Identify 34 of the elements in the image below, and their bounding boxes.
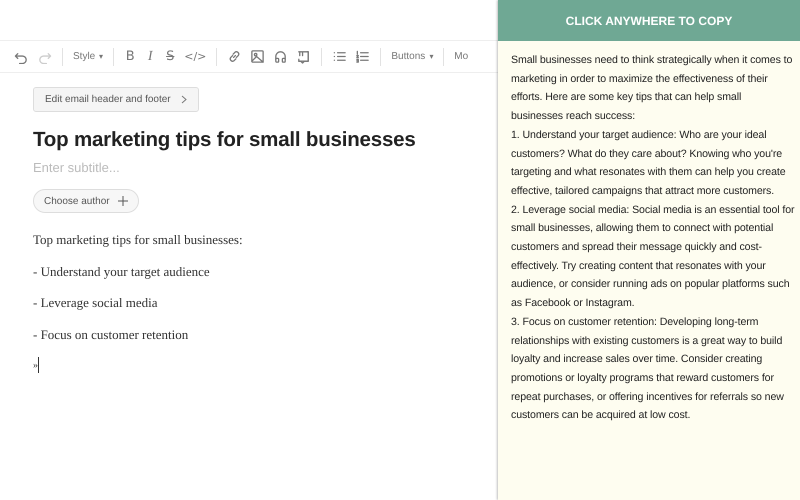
caret-icon: ▾ — [429, 52, 434, 61]
italic-button[interactable]: I — [141, 46, 160, 68]
more-button[interactable]: Mo — [451, 46, 472, 68]
dropdown-label: Buttons — [391, 51, 426, 62]
choose-author-button[interactable]: Choose author — [33, 189, 139, 213]
dropdown-label: Style — [73, 51, 96, 62]
quote-icon — [296, 49, 312, 64]
chevron-icon — [180, 95, 187, 104]
edit-header-footer-button[interactable]: Edit email header and footer — [33, 87, 199, 112]
body-paragraph: - Leverage social media — [33, 294, 159, 312]
bullet-list-icon — [332, 49, 348, 64]
image-icon — [250, 49, 266, 64]
plus-icon — [118, 196, 128, 206]
generated-paragraph: 2. Leverage social media: Social media is an essential tool for small businesses, allowing them to connect with potential customers and spread their message quickly and cost-effectively. Try creating content that resonates with your audience, or consider running ads on popular platforms such as Facebook or Instagram. — [511, 202, 796, 312]
caret-icon: ▾ — [99, 52, 104, 61]
post-title[interactable]: Top marketing tips for small businesses — [33, 128, 416, 152]
generated-paragraph: 3. Focus on customer retention: Developing long-term relationships with existing customers is a great way to build loyalty and increase sales over time. Consider creating promotions or loyalty programs that reward customers for repeat purchases, or offering incentives for referrals so new customers can be acquired at low cost. — [511, 314, 785, 424]
generated-paragraph: Small businesses need to think strategically when it comes to marketing in order to maximize the effectiveness of their efforts. Here are some key tips that can help small businesses reach success: — [511, 53, 794, 124]
strikethrough-button[interactable]: S — [161, 46, 180, 68]
copy-banner[interactable]: CLICK ANYWHERE TO COPY — [498, 0, 800, 41]
link-icon — [227, 49, 242, 64]
body-paragraph: Top marketing tips for small businesses: — [33, 231, 243, 249]
headphones-icon — [273, 49, 288, 64]
dropdown-button[interactable]: Buttons ▾ — [388, 46, 436, 68]
text-cursor — [38, 357, 39, 373]
bold-button[interactable]: B — [121, 46, 140, 68]
code-button[interactable]: </> — [181, 46, 210, 68]
dropdown-button[interactable]: Style ▾ — [70, 46, 106, 68]
body-paragraph: » — [33, 360, 38, 370]
copy-text-panel[interactable] — [498, 41, 800, 500]
body-paragraph: - Understand your target audience — [33, 262, 211, 280]
numbered-list-icon — [355, 49, 370, 64]
body-paragraph: - Focus on customer retention — [33, 326, 190, 344]
generated-paragraph: 1. Understand your target audience: Who are your ideal customers? What do they care about? Knowing who you're targeting and what resonates with them can help you create effective, tailored campaigns that attract more customers. — [511, 128, 787, 199]
